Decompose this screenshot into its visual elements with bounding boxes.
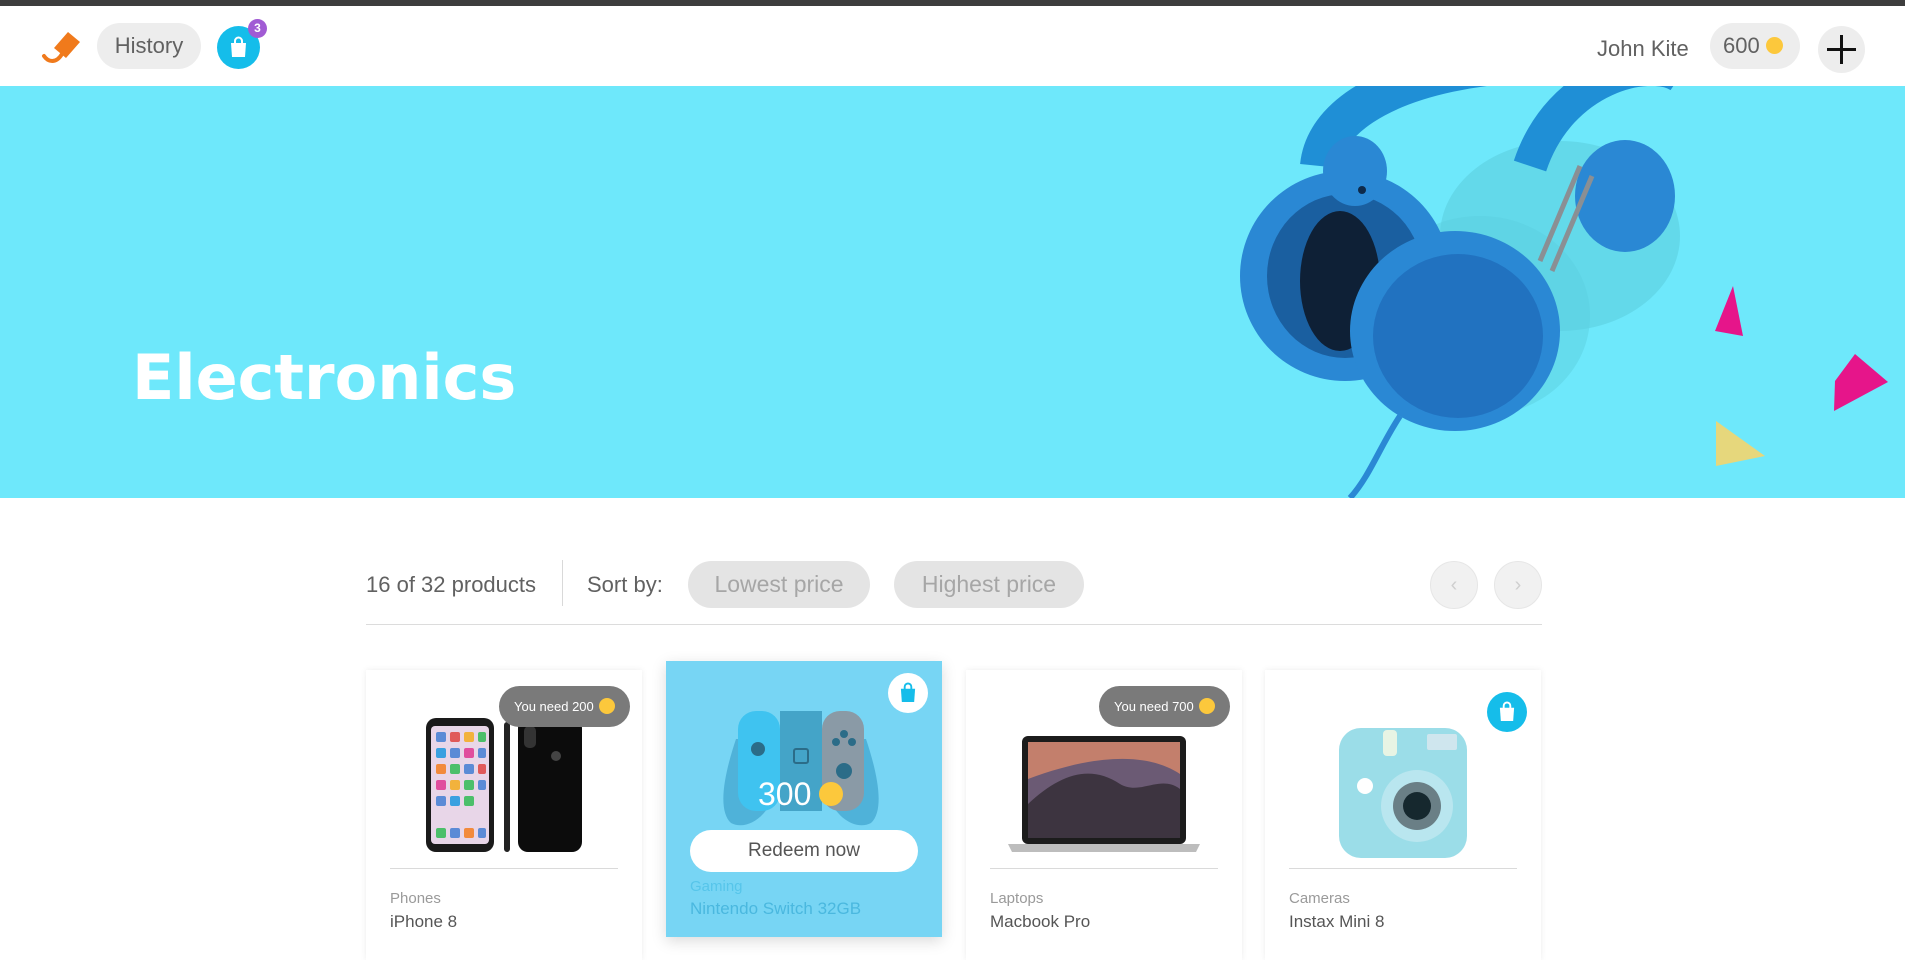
card-divider: [1289, 868, 1517, 869]
price-value: 300: [758, 776, 812, 812]
chevron-left-icon: ‹: [1450, 574, 1458, 596]
header: History 3 John Kite 600: [0, 6, 1905, 86]
product-image: [1339, 728, 1467, 858]
next-page-button[interactable]: ›: [1494, 561, 1542, 609]
category-title: Electronics: [132, 341, 517, 414]
shopping-bag-icon: [231, 36, 246, 57]
product-category: Phones: [390, 890, 441, 907]
card-divider: [390, 868, 618, 869]
product-toolbar: 16 of 32 products Sort by: Lowest price …: [366, 560, 1542, 625]
card-divider: [990, 868, 1218, 869]
product-name: iPhone 8: [390, 912, 458, 931]
shopping-bag-icon: [900, 682, 916, 702]
chevron-right-icon: ›: [1514, 574, 1522, 596]
coin-balance-value: 600: [1723, 33, 1760, 58]
product-category: Gaming: [690, 878, 743, 895]
add-coins-button[interactable]: [1818, 26, 1865, 73]
product-category: Laptops: [990, 890, 1044, 907]
cart-count-badge: 3: [248, 19, 267, 38]
coin-icon: [598, 697, 615, 714]
product-card[interactable]: Cameras Instax Mini 8: [1265, 670, 1541, 960]
product-category: Cameras: [1289, 890, 1350, 907]
product-card[interactable]: You need 700 Laptops Macbook Pro: [966, 670, 1242, 960]
need-text: You need 200: [514, 699, 594, 714]
category-banner: Electronics: [0, 86, 1905, 498]
sort-lowest-price-button[interactable]: Lowest price: [688, 561, 870, 608]
insufficient-coins-badge: You need 700: [1099, 686, 1230, 727]
product-image: [1008, 736, 1200, 852]
sort-highest-price-button[interactable]: Highest price: [894, 561, 1084, 608]
redeem-now-button[interactable]: Redeem now: [690, 830, 918, 872]
product-card[interactable]: You need 200 Phones iPhone 8: [366, 670, 642, 960]
toolbar-divider: [562, 560, 563, 606]
headphones-image: [1240, 86, 1888, 498]
product-image: [426, 718, 582, 852]
shopping-bag-icon: [1499, 701, 1515, 721]
product-name: Nintendo Switch 32GB: [690, 899, 862, 918]
need-text: You need 700: [1114, 699, 1194, 714]
history-button[interactable]: History: [97, 23, 201, 69]
insufficient-coins-badge: You need 200: [499, 686, 630, 727]
user-name[interactable]: John Kite: [1597, 36, 1689, 62]
coin-balance: 600: [1710, 23, 1800, 69]
product-name: Macbook Pro: [990, 912, 1091, 931]
add-to-cart-button[interactable]: [888, 673, 928, 713]
coin-icon: [1198, 697, 1215, 714]
product-price: 300: [758, 776, 844, 813]
sort-label: Sort by:: [587, 572, 663, 597]
coin-icon: [1765, 36, 1783, 54]
add-to-cart-button[interactable]: [1487, 692, 1527, 732]
product-count: 16 of 32 products: [366, 572, 537, 597]
product-card-selected[interactable]: 300 Redeem now Gaming Nintendo Switch 32…: [666, 661, 942, 937]
product-name: Instax Mini 8: [1289, 912, 1385, 931]
logo-icon[interactable]: [40, 28, 82, 68]
previous-page-button[interactable]: ‹: [1430, 561, 1478, 609]
coin-icon: [819, 781, 844, 806]
